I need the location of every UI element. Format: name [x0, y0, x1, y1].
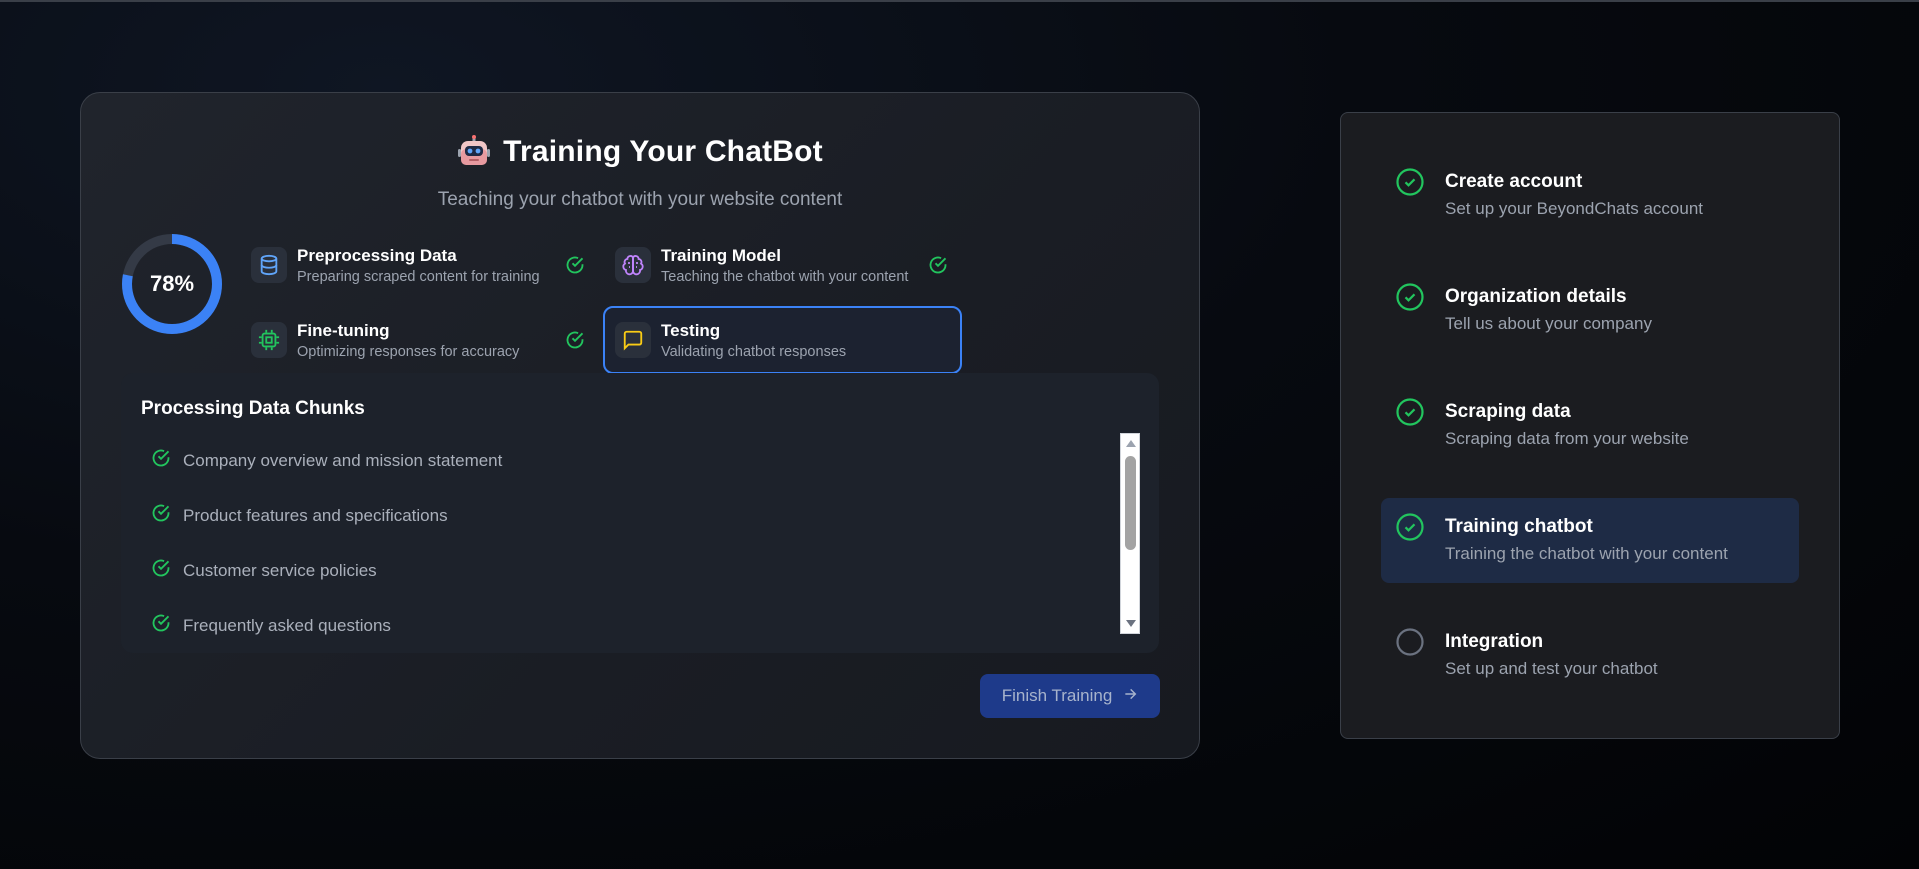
check-circle-icon [151, 503, 171, 528]
step-name: Create account [1445, 171, 1583, 192]
stage-description: Optimizing responses for accuracy [297, 343, 520, 360]
stage-description: Teaching the chatbot with your content [661, 268, 909, 285]
check-circle-icon [151, 558, 171, 583]
stage-training-model: Training Model Teaching the chatbot with… [605, 231, 948, 299]
page-subtitle: Teaching your chatbot with your website … [437, 189, 843, 210]
step-description: Training the chatbot with your content [1445, 544, 1728, 563]
scroll-down-arrow-icon[interactable] [1126, 620, 1136, 627]
scrollbar-thumb[interactable] [1125, 456, 1136, 550]
message-square-icon [615, 322, 651, 358]
stage-name: Testing [661, 320, 721, 340]
chunk-label: Frequently asked questions [183, 615, 391, 635]
step-description: Scraping data from your website [1445, 429, 1689, 448]
arrow-right-icon [1122, 686, 1138, 707]
check-circle-icon [1395, 167, 1425, 202]
list-item: Product features and specifications [151, 488, 981, 543]
robot-icon [457, 135, 491, 169]
stage-preprocessing-data: Preprocessing Data Preparing scraped con… [241, 231, 584, 299]
chunks-title: Processing Data Chunks [141, 398, 365, 419]
step-name: Training chatbot [1445, 516, 1593, 537]
empty-circle-icon [1395, 627, 1425, 662]
step-organization-details[interactable]: Organization details Tell us about your … [1381, 268, 1799, 353]
check-circle-icon [565, 255, 585, 280]
chunk-list[interactable]: Company overview and mission statement P… [151, 433, 981, 638]
stage-description: Validating chatbot responses [661, 343, 847, 360]
stage-testing: Testing Validating chatbot responses [603, 306, 962, 374]
training-card: Training Your ChatBot Teaching your chat… [80, 92, 1200, 759]
list-item: Customer service policies [151, 543, 981, 598]
database-icon [251, 247, 287, 283]
stage-name: Training Model [661, 245, 781, 265]
step-scraping-data[interactable]: Scraping data Scraping data from your we… [1381, 383, 1799, 468]
stage-description: Preparing scraped content for training [297, 268, 540, 285]
step-training-chatbot[interactable]: Training chatbot Training the chatbot wi… [1381, 498, 1799, 583]
list-item: Frequently asked questions [151, 598, 981, 638]
top-border [0, 0, 1919, 2]
progress-percent: 78% [149, 271, 195, 296]
list-item: Company overview and mission statement [151, 433, 981, 488]
stage-name: Preprocessing Data [297, 245, 457, 265]
chunk-label: Product features and specifications [183, 505, 448, 525]
check-circle-icon [1395, 512, 1425, 547]
check-circle-icon [151, 613, 171, 638]
step-description: Set up and test your chatbot [1445, 659, 1658, 678]
step-name: Organization details [1445, 286, 1627, 307]
cpu-icon [251, 322, 287, 358]
check-circle-icon [1395, 282, 1425, 317]
step-description: Set up your BeyondChats account [1445, 199, 1703, 218]
brain-icon [615, 247, 651, 283]
stage-fine-tuning: Fine-tuning Optimizing responses for acc… [241, 306, 584, 374]
step-name: Integration [1445, 631, 1544, 652]
step-create-account[interactable]: Create account Set up your BeyondChats a… [1381, 153, 1799, 238]
onboarding-steps-card: Create account Set up your BeyondChats a… [1340, 112, 1840, 739]
stage-name: Fine-tuning [297, 320, 390, 340]
chunk-label: Company overview and mission statement [183, 450, 503, 470]
chunk-list-scrollbar[interactable] [1120, 433, 1140, 634]
check-circle-icon [1395, 397, 1425, 432]
title-row: Training Your ChatBot [81, 135, 1199, 169]
finish-training-label: Finish Training [1001, 686, 1113, 705]
check-circle-icon [928, 255, 948, 280]
step-integration[interactable]: Integration Set up and test your chatbot [1381, 613, 1799, 698]
data-chunks-panel: Processing Data Chunks Company overview … [121, 373, 1159, 653]
step-description: Tell us about your company [1445, 314, 1652, 333]
chunk-label: Customer service policies [183, 560, 377, 580]
check-circle-icon [151, 448, 171, 473]
scroll-up-arrow-icon[interactable] [1126, 440, 1136, 447]
finish-training-button[interactable]: Finish Training [980, 674, 1160, 718]
step-name: Scraping data [1445, 401, 1571, 422]
page-title: Training Your ChatBot [503, 135, 823, 168]
check-circle-icon [565, 330, 585, 355]
